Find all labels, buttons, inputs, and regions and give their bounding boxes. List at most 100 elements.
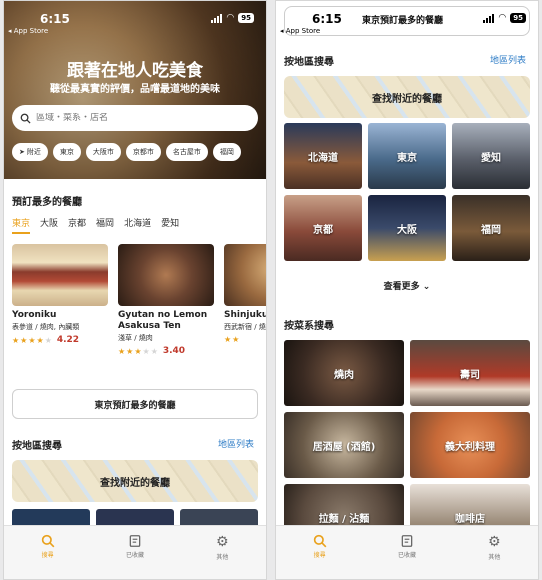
region-tile-tokyo[interactable]: 東京 [368,123,446,189]
signal-icon [483,13,495,23]
tab-label: 已收藏 [397,552,416,559]
restaurant-location: 西武新宿 / 燒肉, 內臟類 [224,323,266,331]
find-nearby-button[interactable]: 查找附近的餐廳 [12,460,258,502]
location-arrow-icon: ➤ [19,148,25,156]
region-tile-osaka[interactable]: 大阪 [368,195,446,261]
tab-other[interactable]: ⚙ 其他 [451,526,538,579]
restaurant-photo [224,244,266,306]
back-to-app-store-link[interactable]: ◂ App Store [8,27,48,35]
restaurant-card[interactable]: Shinjuku Gyutan 西武新宿 / 燒肉, 內臟類 ★★ [224,244,266,356]
region-tile-hokkaido[interactable]: 北海道 [284,123,362,189]
tab-search[interactable]: 搜尋 [4,526,91,579]
see-more-button[interactable]: 查看更多 ⌄ [276,279,538,292]
tab-label: 已收藏 [125,552,144,559]
star-icon: ★ [150,346,158,356]
chip-nearby[interactable]: ➤ 附近 [12,143,48,161]
search-input[interactable] [36,113,236,123]
tab-label: 搜尋 [41,552,54,559]
city-tabs: 東京 大阪 京都 福岡 北海道 愛知 [12,216,179,234]
tab-hokkaido[interactable]: 北海道 [124,216,151,234]
region-section-title: 按地區搜尋 [12,441,62,452]
star-icon: ★ [224,335,232,344]
tab-bookmarks[interactable]: 已收藏 [91,526,178,579]
chip-tokyo[interactable]: 東京 [52,143,81,161]
restaurant-carousel: Yoroniku 表參道 / 燒肉, 內臟類 ★ ★ ★ ★ ★ 4.22 Gyutan… [12,244,266,356]
region-tile-fukuoka[interactable]: 福岡 [452,195,530,261]
page-title: 東京預訂最多的餐廳 [362,16,444,26]
tab-bookmarks[interactable]: 已收藏 [363,526,450,579]
gear-icon: ⚙ [488,534,501,550]
chip-fukuoka[interactable]: 福岡 [212,143,241,161]
restaurant-location: 表參道 / 燒肉, 內臟類 [12,323,80,331]
star-icon: ★ [28,335,36,345]
region-list-link[interactable]: 地區列表 [490,53,526,66]
tab-osaka[interactable]: 大阪 [40,216,58,234]
region-grid: 北海道 東京 愛知 京都 大阪 福岡 [284,123,530,261]
wifi-icon: ◠ [498,13,507,23]
find-nearby-button[interactable]: 查找附近的餐廳 [284,76,530,118]
cuisine-tile-sushi[interactable]: 壽司 [410,340,530,406]
cuisine-grid: 燒肉 壽司 居酒屋 (酒館) 義大利料理 拉麵 / 沾麵 咖啡店 [284,340,530,550]
tab-search[interactable]: 搜尋 [276,526,363,579]
tab-kyoto[interactable]: 京都 [68,216,86,234]
region-tile-kyoto[interactable]: 京都 [284,195,362,261]
cuisine-tile-italian[interactable]: 義大利料理 [410,412,530,478]
tab-tokyo[interactable]: 東京 [12,216,31,234]
restaurant-card[interactable]: Yoroniku 表參道 / 燒肉, 內臟類 ★ ★ ★ ★ ★ 4.22 [12,244,108,356]
top-section-title: 預訂最多的餐廳 [12,197,82,208]
cuisine-tile-izakaya[interactable]: 居酒屋 (酒館) [284,412,404,478]
results-screen: 6:15 ◂ App Store ◠ 95 東京預訂最多的餐廳 按地區搜尋 地區… [275,0,539,580]
signal-icon [211,13,223,23]
home-screen: 6:15 ◂ App Store ◠ 95 跟著在地人吃美食 聽從最真實的評價，… [3,0,267,580]
chevron-down-icon: ⌄ [422,282,431,292]
restaurant-name: Yoroniku [12,310,57,320]
cuisine-section-title: 按菜系搜尋 [284,321,334,332]
region-list-link[interactable]: 地區列表 [218,437,254,450]
rating-stars: ★ ★ ★ ★ ★ 4.22 [12,335,108,345]
bottom-tab-bar: 搜尋 已收藏 ⚙ 其他 [4,525,266,579]
chip-nagoya[interactable]: 名古屋市 [165,143,208,161]
region-tile-aichi[interactable]: 愛知 [452,123,530,189]
gear-icon: ⚙ [216,534,229,550]
back-to-app-store-link[interactable]: ◂ App Store [280,27,320,35]
tab-fukuoka[interactable]: 福岡 [96,216,114,234]
status-bar: 6:15 ◂ App Store ◠ 95 [4,1,266,35]
tab-other[interactable]: ⚙ 其他 [179,526,266,579]
star-icon: ★ [118,346,126,356]
bottom-tab-bar: 搜尋 已收藏 ⚙ 其他 [276,525,538,579]
hero-title: 跟著在地人吃美食 [67,61,203,81]
search-icon [41,534,55,548]
restaurant-card[interactable]: Gyutan no Lemon Asakusa Ten 淺草 / 燒肉 ★ ★ ★ ★… [118,244,214,356]
status-time: 6:15 [312,12,342,26]
tab-label: 其他 [488,554,501,561]
tab-label: 其他 [216,554,229,561]
rating-value: 3.40 [162,346,186,356]
rating-stars: ★ ★ [224,335,266,344]
tab-aichi[interactable]: 愛知 [161,216,179,234]
tab-label: 搜尋 [313,552,326,559]
status-icons: ◠ 95 [211,13,254,23]
status-time: 6:15 [40,12,70,26]
battery-icon: 95 [238,13,254,23]
star-icon: ★ [142,346,150,356]
star-icon: ★ [44,335,52,345]
hero-subtitle: 聽從最真實的評價，品嚐最道地的美味 [50,84,220,95]
search-icon [313,534,327,548]
location-chips: ➤ 附近 東京 大阪市 京都市 名古屋市 福岡 [12,143,241,161]
bookmark-icon [129,535,141,547]
battery-icon: 95 [510,13,526,23]
rating-value: 4.22 [56,335,80,345]
star-icon: ★ [232,335,240,344]
cuisine-tile-yakiniku[interactable]: 燒肉 [284,340,404,406]
search-bar[interactable] [12,105,258,131]
star-icon: ★ [12,335,20,345]
status-icons: ◠ 95 [483,13,526,23]
wifi-icon: ◠ [226,13,235,23]
region-section-title: 按地區搜尋 [284,57,334,68]
tokyo-top-restaurants-button[interactable]: 東京預訂最多的餐廳 [12,389,258,419]
chip-kyoto[interactable]: 京都市 [125,143,161,161]
star-icon: ★ [126,346,134,356]
star-icon: ★ [20,335,28,345]
bookmark-icon [401,535,413,547]
chip-osaka[interactable]: 大阪市 [85,143,121,161]
